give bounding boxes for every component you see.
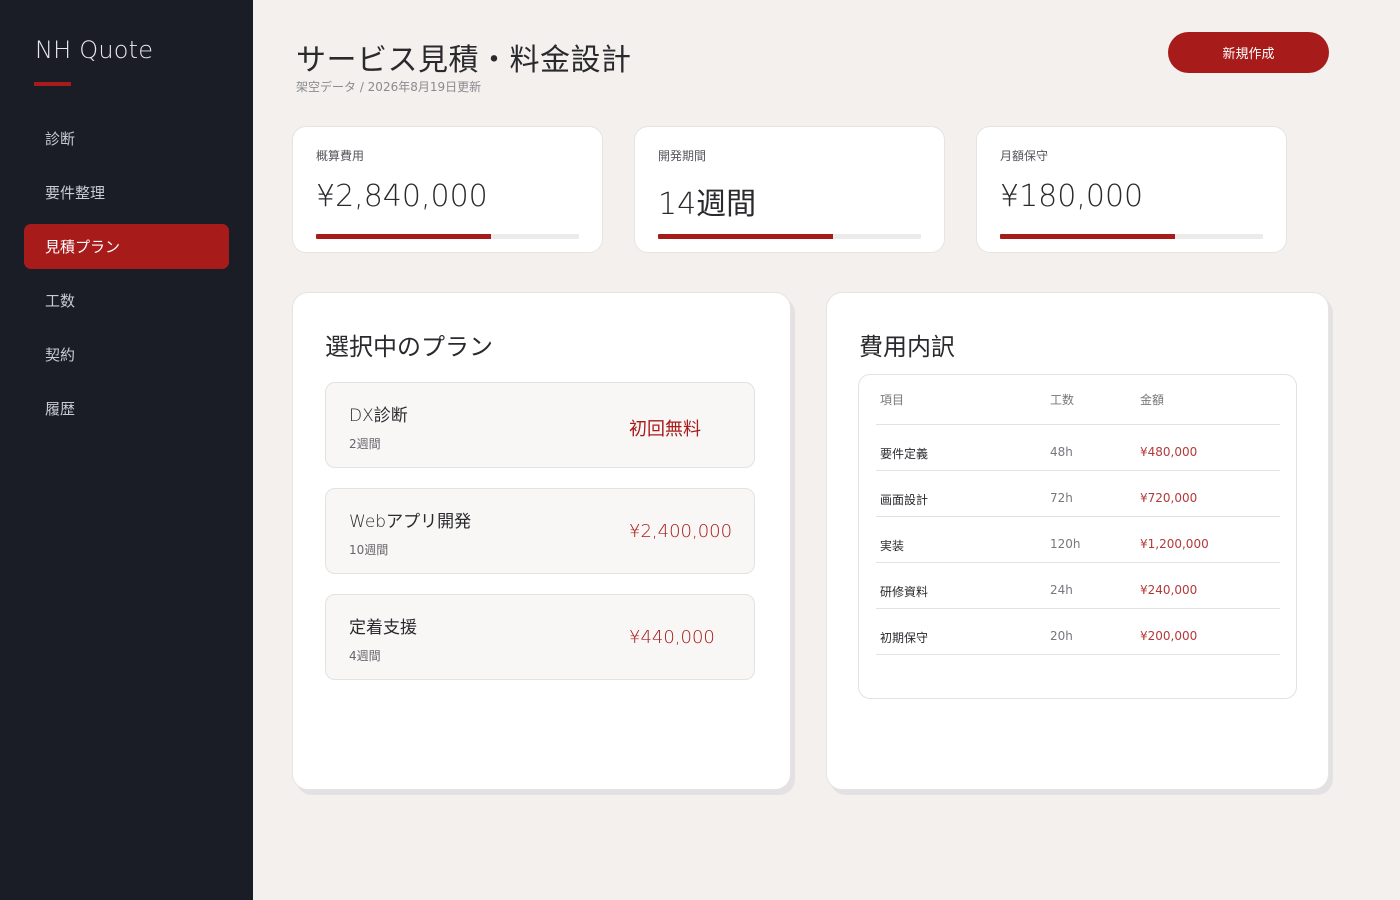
kpi-label: 概算費用	[316, 149, 365, 163]
new-quote-button[interactable]: 新規作成	[1168, 32, 1329, 73]
kpi-label: 開発期間	[658, 149, 707, 163]
row-item: 初期保守	[880, 631, 929, 645]
kpi-card-dev-period: 開発期間 14週間	[634, 126, 945, 253]
kpi-label: 月額保守	[1000, 149, 1049, 163]
kpi-card-monthly-maintenance: 月額保守 ¥180,000	[976, 126, 1287, 253]
kpi-value: ¥2,840,000	[316, 179, 488, 214]
plan-price: ¥2,400,000	[629, 521, 733, 542]
kpi-value: 14週間	[658, 187, 757, 222]
table-row: 研修資料 24h ¥240,000	[876, 563, 1280, 609]
row-amount: ¥480,000	[1140, 445, 1198, 459]
kpi-progress-fill	[316, 234, 491, 239]
kpi-value: ¥180,000	[1000, 179, 1144, 214]
plan-name: Webアプリ開発	[349, 512, 472, 532]
sidebar-item-history[interactable]: 履歴	[24, 386, 229, 431]
row-hours: 24h	[1050, 583, 1073, 597]
sidebar-nav: 診断 要件整理 見積プラン 工数 契約 履歴	[24, 116, 229, 440]
sidebar-item-label: 要件整理	[45, 184, 106, 202]
plan-duration: 2週間	[349, 437, 381, 451]
row-item: 要件定義	[880, 447, 929, 461]
sidebar: NH Quote 診断 要件整理 見積プラン 工数 契約 履歴	[0, 0, 253, 900]
kpi-progress-fill	[658, 234, 833, 239]
sidebar-item-estimate-plan[interactable]: 見積プラン	[24, 224, 229, 269]
row-item: 研修資料	[880, 585, 929, 599]
row-hours: 48h	[1050, 445, 1073, 459]
sidebar-item-label: 診断	[45, 130, 76, 148]
row-hours: 72h	[1050, 491, 1073, 505]
sidebar-item-diagnosis[interactable]: 診断	[24, 116, 229, 161]
row-item: 実装	[880, 539, 905, 553]
column-header-amount: 金額	[1140, 393, 1165, 407]
row-amount: ¥720,000	[1140, 491, 1198, 505]
sidebar-item-label: 契約	[45, 346, 76, 364]
sidebar-item-contract[interactable]: 契約	[24, 332, 229, 377]
row-item: 画面設計	[880, 493, 929, 507]
table-row: 要件定義 48h ¥480,000	[876, 425, 1280, 471]
plan-card-adoption-support[interactable]: 定着支援 4週間 ¥440,000	[325, 594, 755, 680]
panel-title: 選択中のプラン	[325, 333, 493, 361]
sidebar-item-label: 工数	[45, 292, 76, 310]
selected-plans-panel: 選択中のプラン DX診断 2週間 初回無料 Webアプリ開発 10週間 ¥2,4…	[292, 292, 791, 790]
row-hours: 120h	[1050, 537, 1081, 551]
row-amount: ¥1,200,000	[1140, 537, 1209, 551]
row-amount: ¥200,000	[1140, 629, 1198, 643]
sidebar-item-label: 履歴	[45, 400, 76, 418]
brand-underline	[34, 82, 71, 86]
table-row: 初期保守 20h ¥200,000	[876, 609, 1280, 655]
plan-name: DX診断	[349, 406, 408, 426]
table-row: 画面設計 72h ¥720,000	[876, 471, 1280, 517]
kpi-card-estimated-cost: 概算費用 ¥2,840,000	[292, 126, 603, 253]
brand-name: NH Quote	[35, 36, 154, 64]
plan-duration: 4週間	[349, 649, 381, 663]
panel-title: 費用内訳	[859, 333, 955, 361]
kpi-progress-bar	[316, 234, 579, 239]
column-header-effort: 工数	[1050, 393, 1075, 407]
plan-duration: 10週間	[349, 543, 389, 557]
cost-breakdown-panel: 費用内訳 項目 工数 金額 要件定義 48h ¥480,000 画面設計 72h…	[826, 292, 1329, 790]
table-row: 実装 120h ¥1,200,000	[876, 517, 1280, 563]
row-amount: ¥240,000	[1140, 583, 1198, 597]
plan-card-dx-diagnosis[interactable]: DX診断 2週間 初回無料	[325, 382, 755, 468]
sidebar-item-label: 見積プラン	[45, 238, 121, 256]
plan-price: 初回無料	[629, 419, 701, 440]
kpi-progress-fill	[1000, 234, 1175, 239]
page-subtitle: 架空データ / 2026年8月19日更新	[296, 80, 482, 94]
sidebar-item-requirements[interactable]: 要件整理	[24, 170, 229, 215]
kpi-progress-bar	[658, 234, 921, 239]
column-header-item: 項目	[880, 393, 905, 407]
cost-table: 項目 工数 金額 要件定義 48h ¥480,000 画面設計 72h ¥720…	[858, 374, 1297, 699]
plan-name: 定着支援	[349, 618, 417, 638]
row-hours: 20h	[1050, 629, 1073, 643]
sidebar-item-effort[interactable]: 工数	[24, 278, 229, 323]
page-title: サービス見積・料金設計	[296, 43, 632, 78]
plan-price: ¥440,000	[629, 627, 715, 648]
kpi-progress-bar	[1000, 234, 1263, 239]
plan-card-web-app[interactable]: Webアプリ開発 10週間 ¥2,400,000	[325, 488, 755, 574]
